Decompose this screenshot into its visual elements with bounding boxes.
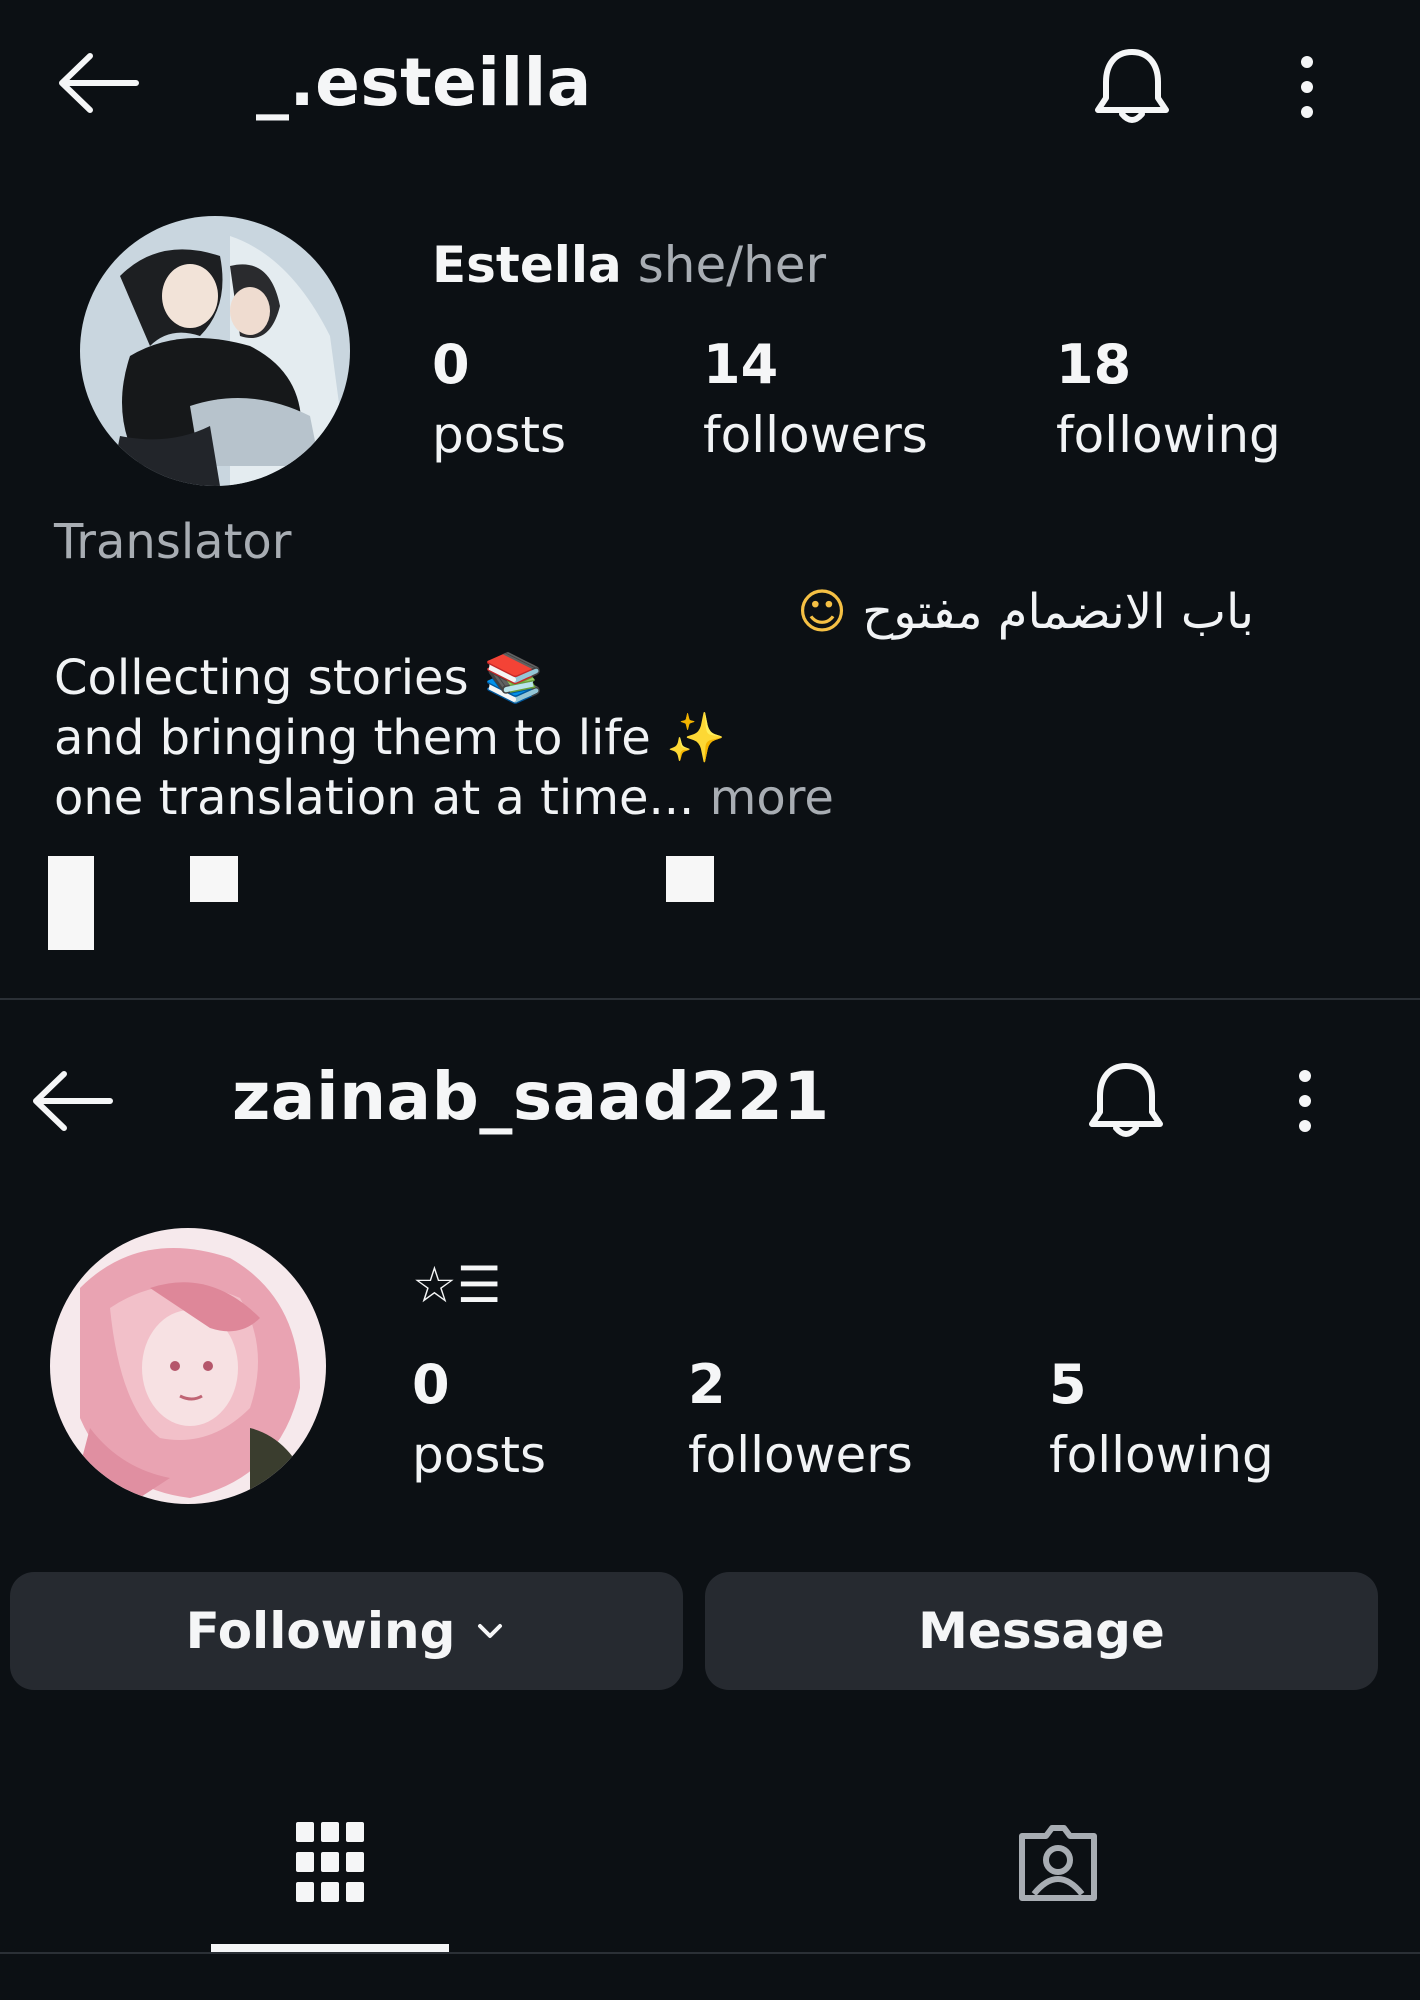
profile-header: _.esteilla <box>0 30 1420 150</box>
stat-posts-count: 0 <box>432 333 470 396</box>
redacted-block <box>666 856 714 902</box>
profile-username: zainab_saad221 <box>232 1058 830 1135</box>
stat-following[interactable]: 18 following <box>1056 330 1281 470</box>
display-name: ☆☰ <box>412 1256 502 1314</box>
stat-followers-count: 2 <box>688 1353 726 1416</box>
stat-posts-count: 0 <box>412 1353 450 1416</box>
display-name-line: Estella she/her <box>432 236 826 294</box>
profile-header: zainab_saad221 <box>0 1040 1420 1160</box>
back-arrow-icon[interactable] <box>26 1066 116 1136</box>
stat-posts[interactable]: 0 posts <box>432 330 566 470</box>
avatar[interactable] <box>80 216 350 486</box>
bio-line-2: and bringing them to life ✨ <box>54 708 1254 768</box>
bell-icon[interactable] <box>1092 44 1172 128</box>
following-button-label: Following <box>185 1602 456 1660</box>
profile-username: _.esteilla <box>256 44 592 121</box>
message-button[interactable]: Message <box>705 1572 1378 1690</box>
display-name-line: ☆☰ <box>412 1256 502 1314</box>
tab-separator <box>0 1952 1420 1954</box>
bio-line-2-text: and bringing them to life <box>54 710 651 766</box>
sparkles-emoji: ✨ <box>666 710 726 766</box>
stat-following-label: following <box>1056 406 1281 464</box>
bio-line-3-text: one translation at a time... <box>54 770 695 826</box>
stat-followers[interactable]: 14 followers <box>703 330 928 470</box>
stat-posts-label: posts <box>412 1426 547 1484</box>
stat-posts[interactable]: 0 posts <box>412 1350 546 1490</box>
more-options-icon[interactable] <box>1290 1066 1320 1136</box>
redacted-block <box>190 856 238 902</box>
stat-following-count: 5 <box>1049 1353 1087 1416</box>
following-button[interactable]: Following <box>10 1572 683 1690</box>
books-emoji: 📚 <box>483 650 544 706</box>
bio-line-1: Collecting stories 📚 <box>54 648 1254 708</box>
smile-emoji: ☺ <box>796 584 847 640</box>
bio-line-3: one translation at a time... more <box>54 768 1254 828</box>
bio: Translator باب الانضمام مفتوح ☺ Collecti… <box>54 512 1254 828</box>
posts-grid-tab-icon[interactable] <box>296 1820 364 1904</box>
bell-icon[interactable] <box>1086 1058 1166 1142</box>
stat-followers-count: 14 <box>703 333 779 396</box>
bio-category: Translator <box>54 514 292 570</box>
stat-following[interactable]: 5 following <box>1049 1350 1274 1490</box>
chevron-down-icon <box>478 1624 503 1638</box>
profile-esteilla: _.esteilla Estella she/her 0 posts 14 fo… <box>0 0 1420 1000</box>
stat-posts-label: posts <box>432 406 567 464</box>
stat-followers-label: followers <box>688 1426 913 1484</box>
more-options-icon[interactable] <box>1292 52 1322 122</box>
bio-arabic-text: باب الانضمام مفتوح <box>862 584 1254 640</box>
stat-followers[interactable]: 2 followers <box>688 1350 913 1490</box>
tagged-person-icon[interactable] <box>1016 1824 1100 1904</box>
stat-following-count: 18 <box>1056 333 1132 396</box>
stat-following-label: following <box>1049 1426 1274 1484</box>
screen: _.esteilla Estella she/her 0 posts 14 fo… <box>0 0 1420 2000</box>
stat-followers-label: followers <box>703 406 928 464</box>
bio-more-link[interactable]: more <box>710 770 834 826</box>
display-name: Estella <box>432 236 622 294</box>
bio-line-1-text: Collecting stories <box>54 650 469 706</box>
pronouns: she/her <box>637 236 827 294</box>
back-arrow-icon[interactable] <box>52 48 142 118</box>
redacted-block <box>48 856 94 950</box>
bio-arabic-line: باب الانضمام مفتوح ☺ <box>54 582 1254 642</box>
message-button-label: Message <box>918 1602 1165 1660</box>
profile-zainab: zainab_saad221 ☆☰ 0 posts 2 followers 5 … <box>0 1000 1420 2000</box>
active-tab-indicator <box>211 1944 449 1952</box>
avatar[interactable] <box>50 1228 326 1504</box>
